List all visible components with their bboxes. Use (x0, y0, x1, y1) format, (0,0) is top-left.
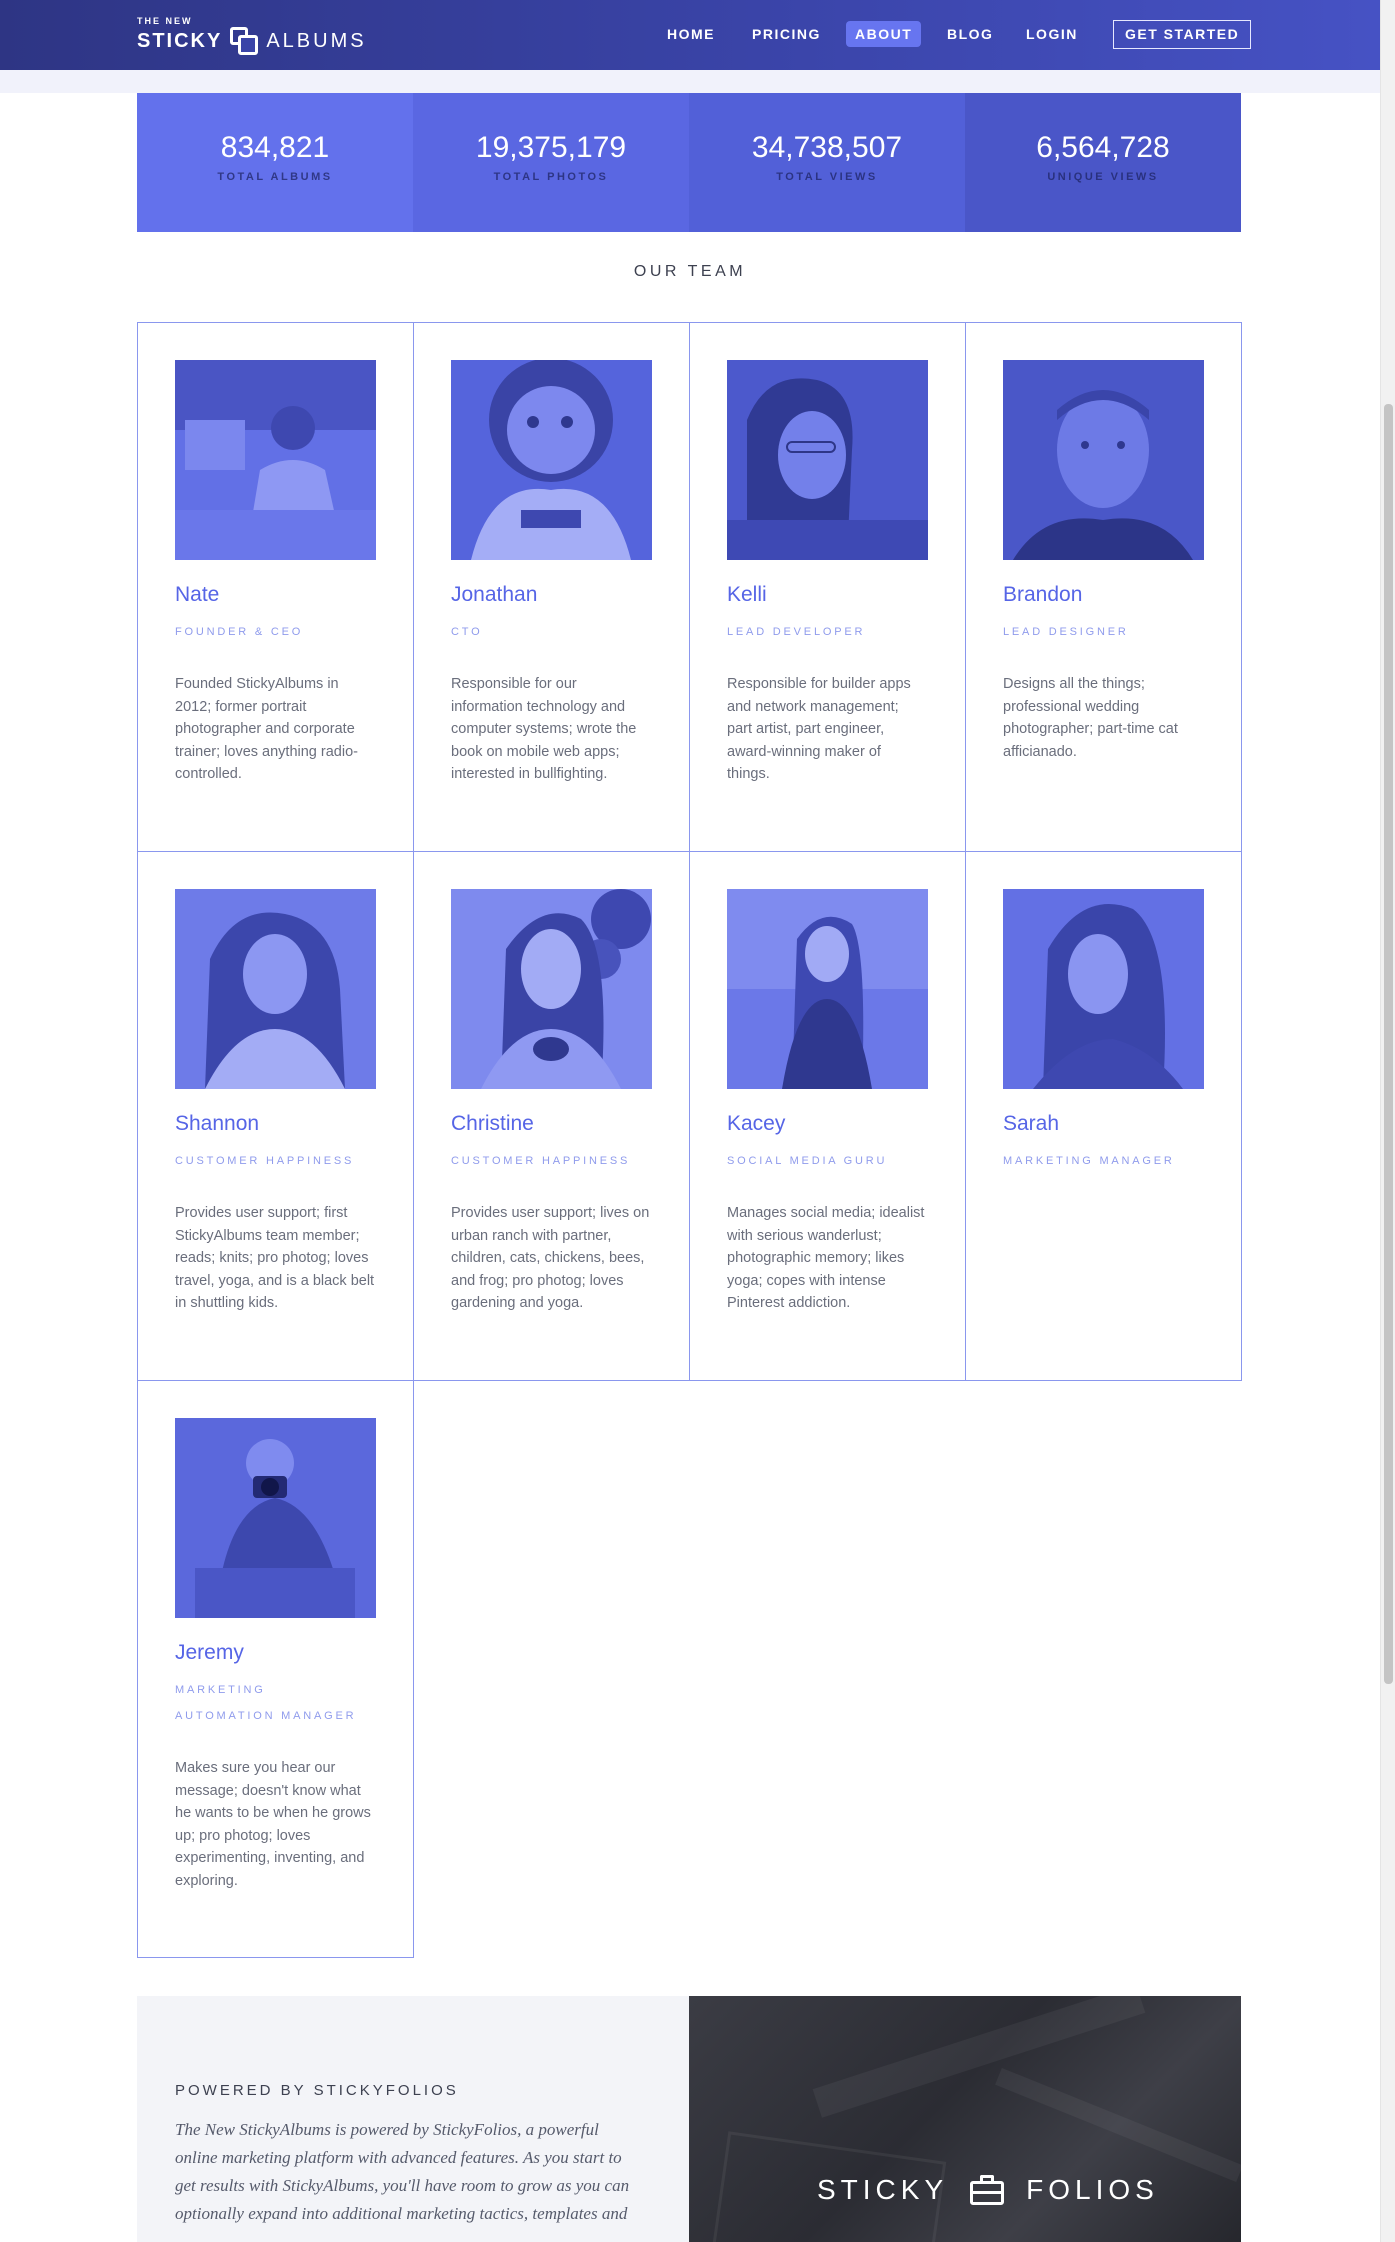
stat-value: 19,375,179 (475, 131, 627, 164)
member-name: Nate (175, 583, 220, 606)
get-started-button[interactable]: GET STARTED (1113, 20, 1252, 49)
stat-total-albums: 834,821 TOTAL ALBUMS (137, 93, 413, 232)
team-card-sarah: Sarah MARKETING MANAGER (965, 851, 1242, 1381)
brand-tagline: THE NEW (137, 16, 193, 26)
member-name: Brandon (1003, 583, 1083, 606)
member-photo-kacey (727, 889, 928, 1089)
team-card-shannon: Shannon CUSTOMER HAPPINESS Provides user… (137, 851, 414, 1381)
member-role: SOCIAL MEDIA GURU (727, 1155, 888, 1167)
page-scrollbar[interactable] (1380, 0, 1395, 2242)
member-photo-christine (451, 889, 652, 1089)
member-photo-jonathan (451, 360, 652, 560)
folios-word-folios: FOLIOS (1026, 2174, 1159, 2205)
member-photo-brandon (1003, 360, 1204, 560)
team-card-nate: Nate FOUNDER & CEO Founded StickyAlbums … (137, 322, 414, 852)
stat-label: TOTAL PHOTOS (493, 171, 609, 183)
powered-by-section: POWERED BY STICKYFOLIOS The New StickyAl… (137, 1996, 689, 2242)
member-role: MARKETING MANAGER (1003, 1155, 1175, 1167)
brand-word-albums: ALBUMS (266, 29, 367, 52)
stat-label: UNIQUE VIEWS (1047, 171, 1159, 183)
member-bio: Responsible for builder apps and network … (727, 676, 911, 782)
member-name: Christine (451, 1112, 534, 1135)
member-photo-sarah (1003, 889, 1204, 1089)
member-role: CUSTOMER HAPPINESS (175, 1155, 355, 1167)
nav-about[interactable]: ABOUT (846, 21, 922, 47)
member-bio: Responsible for our information technolog… (451, 676, 637, 782)
member-photo-nate (175, 360, 376, 560)
stickyfolios-logo: STICKY FOLIOS (817, 2174, 1159, 2206)
team-card-brandon: Brandon LEAD DESIGNER Designs all the th… (965, 322, 1242, 852)
member-role: CTO (451, 626, 483, 638)
member-name: Kelli (727, 583, 767, 606)
team-card-jonathan: Jonathan CTO Responsible for our informat… (413, 322, 690, 852)
member-role: CUSTOMER HAPPINESS (451, 1155, 631, 1167)
member-photo-kelli (727, 360, 928, 560)
powered-by-title: POWERED BY STICKYFOLIOS (175, 2082, 459, 2099)
member-role: LEAD DESIGNER (1003, 626, 1129, 638)
member-name: Jeremy (175, 1641, 244, 1664)
albums-logo-icon (230, 27, 259, 55)
member-bio: Founded StickyAlbums in 2012; former port… (175, 676, 358, 782)
member-photo-shannon (175, 889, 376, 1089)
scrollbar-thumb[interactable] (1384, 404, 1393, 1684)
team-card-jeremy: Jeremy MARKETING AUTOMATION MANAGER Makes… (137, 1380, 414, 1958)
member-photo-jeremy (175, 1418, 376, 1618)
member-name: Jonathan (451, 583, 538, 606)
nav-login[interactable]: LOGIN (1026, 21, 1078, 47)
nav-pricing[interactable]: PRICING (752, 21, 821, 47)
member-name: Kacey (727, 1112, 786, 1135)
member-role: MARKETING AUTOMATION MANAGER (175, 1684, 357, 1722)
folios-word-sticky: STICKY (817, 2174, 949, 2205)
stat-label: TOTAL VIEWS (776, 171, 878, 183)
member-name: Shannon (175, 1112, 260, 1135)
brand-word-sticky: STICKY (137, 29, 223, 52)
stat-total-photos: 19,375,179 TOTAL PHOTOS (413, 93, 689, 232)
top-navbar: THE NEW STICKY ALBUMS HOME PRICING ABOUT… (0, 0, 1380, 70)
member-role: LEAD DEVELOPER (727, 626, 866, 638)
team-section-title: OUR TEAM (633, 263, 747, 280)
brand-logo[interactable]: THE NEW STICKY ALBUMS (137, 16, 367, 55)
team-card-christine: Christine CUSTOMER HAPPINESS Provides us… (413, 851, 690, 1381)
stat-value: 834,821 (220, 131, 330, 164)
header-sub-band (0, 70, 1380, 93)
member-name: Sarah (1003, 1112, 1060, 1135)
stats-bar: 834,821 TOTAL ALBUMS 19,375,179 TOTAL PH… (137, 93, 1241, 232)
member-role: FOUNDER & CEO (175, 626, 304, 638)
nav-blog[interactable]: BLOG (947, 21, 993, 47)
nav-home[interactable]: HOME (667, 21, 715, 47)
stat-label: TOTAL ALBUMS (217, 171, 333, 183)
stat-value: 34,738,507 (751, 131, 903, 164)
team-card-kelli: Kelli LEAD DEVELOPER Responsible for bui… (689, 322, 966, 852)
stat-value: 6,564,728 (1036, 131, 1170, 164)
member-bio: Manages social media; idealist with serio… (727, 1205, 925, 1311)
team-card-kacey: Kacey SOCIAL MEDIA GURU Manages social m… (689, 851, 966, 1381)
member-bio: Provides user support; first StickyAlbums… (175, 1205, 375, 1311)
stat-unique-views: 6,564,728 UNIQUE VIEWS (965, 93, 1241, 232)
stat-total-views: 34,738,507 TOTAL VIEWS (689, 93, 965, 232)
member-bio: Designs all the things; professional wedd… (1003, 676, 1178, 760)
briefcase-icon (970, 2175, 1005, 2205)
powered-by-text: The New StickyAlbums is powered by Stick… (175, 2120, 630, 2223)
member-bio: Makes sure you hear our message; doesn't … (175, 1760, 371, 1889)
stickyfolios-banner[interactable]: STICKY FOLIOS (689, 1996, 1241, 2242)
member-bio: Provides user support; lives on urban ran… (451, 1205, 650, 1311)
